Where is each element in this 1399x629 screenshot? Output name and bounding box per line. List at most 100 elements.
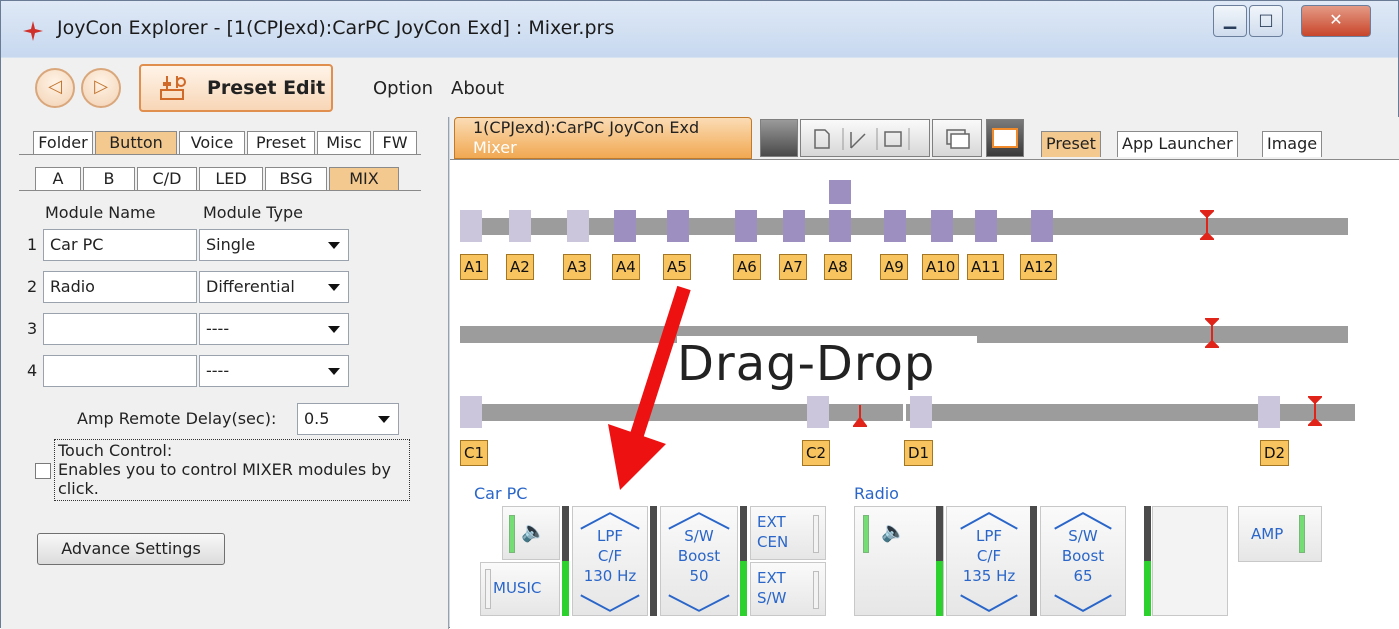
tab-preset[interactable]: Preset [247,131,315,155]
cf-value: 135 Hz [962,567,1016,585]
channel-slot[interactable] [509,210,531,242]
channel-label[interactable]: A4 [612,254,640,280]
minimize-button[interactable]: ▁ [1213,5,1247,37]
ext-sw-button[interactable]: EXT S/W [750,562,826,616]
channel-label[interactable]: A7 [779,254,807,280]
forward-button[interactable]: ▷ [81,68,121,108]
status-led [813,571,819,609]
level-marker-icon[interactable] [1200,210,1214,240]
tab-misc[interactable]: Misc [317,131,371,155]
mixer-canvas[interactable]: A1 A2 A3 A4 A5 A6 A7 A8 A9 A10 A11 A12 C… [450,159,1399,629]
channel-slot[interactable] [460,396,482,428]
channel-label[interactable]: A3 [563,254,591,280]
channel-label[interactable]: A6 [733,254,761,280]
channel-slot[interactable] [783,210,805,242]
channel-label[interactable]: A12 [1020,254,1058,280]
mixer-document-tab[interactable]: 1(CPJexd):CarPC JoyCon Exd Mixer [454,117,752,159]
drag-arrow-icon [608,285,691,490]
left-settings-pane: Folder Button Voice Preset Misc FW A B C… [1,117,449,629]
tab-fw[interactable]: FW [373,131,417,155]
subtab-mix[interactable]: MIX [329,167,399,191]
tab-image[interactable]: Image [1262,131,1323,157]
radio-sw-boost-control[interactable]: S/W Boost 65 [1040,506,1126,616]
module-type-select[interactable]: ---- [199,355,349,387]
channel-slot[interactable] [614,210,636,242]
channel-slot[interactable] [567,210,589,242]
module-row-number: 4 [27,361,38,380]
arrow-left-icon: ◁ [48,76,62,97]
back-button[interactable]: ◁ [35,68,75,108]
channel-slot[interactable] [884,210,906,242]
channel-label[interactable]: C2 [802,440,831,466]
channel-label[interactable]: D2 [1260,440,1290,466]
amp-remote-delay-select[interactable]: 0.5 [297,403,399,435]
channel-label[interactable]: A2 [506,254,534,280]
level-marker-icon[interactable] [1205,318,1219,348]
tab-app-launcher[interactable]: App Launcher [1117,131,1238,157]
radio-level-meter [936,506,943,616]
menu-about[interactable]: About [451,78,504,99]
level-marker-icon[interactable] [853,404,867,434]
tab-preset-right[interactable]: Preset [1041,131,1101,157]
subtab-cd[interactable]: C/D [137,167,197,191]
module-type-select[interactable]: Differential [199,271,349,303]
channel-slot[interactable] [460,210,482,242]
channel-slot[interactable] [829,210,851,242]
channel-label[interactable]: C1 [460,440,489,466]
channel-label[interactable]: D1 [904,440,934,466]
channel-label[interactable]: A9 [880,254,908,280]
channel-label[interactable]: A1 [460,254,488,280]
advance-settings-button[interactable]: Advance Settings [37,533,225,565]
touch-control-checkbox[interactable] [35,463,51,479]
amp-label: AMP [1251,525,1284,543]
chevron-down-icon [1054,594,1112,612]
subtab-led[interactable]: LED [199,167,263,191]
layout-overlap-button[interactable] [932,119,982,157]
module-name-field[interactable]: Car PC [43,229,197,261]
column-header-module-name: Module Name [45,203,156,222]
channel-label[interactable]: A11 [967,254,1005,280]
channel-slot[interactable] [975,210,997,242]
subtab-bsg[interactable]: BSG [265,167,327,191]
car-pc-volume-button[interactable]: 🔈 [502,506,560,560]
car-pc-lpf-control[interactable]: LPF C/F 130 Hz [572,506,648,616]
channel-label[interactable]: A5 [663,254,691,280]
module-name-field[interactable] [43,355,197,387]
music-label: MUSIC [493,579,542,597]
preset-edit-button[interactable]: Preset Edit [139,64,333,112]
layout-full-button[interactable] [760,119,798,157]
touch-control-label[interactable]: Touch Control: Enables you to control MI… [54,439,410,501]
maximize-button[interactable]: □ [1249,5,1283,37]
layout-fit-button[interactable] [986,119,1024,157]
tab-voice[interactable]: Voice [179,131,245,155]
car-pc-music-button[interactable]: MUSIC [480,562,560,616]
channel-slot[interactable] [931,210,953,242]
app-window: JoyCon Explorer - [1(CPJexd):CarPC JoyCo… [0,0,1399,629]
channel-slot[interactable] [910,396,932,428]
module-type-select[interactable]: Single [199,229,349,261]
title-bar: JoyCon Explorer - [1(CPJexd):CarPC JoyCo… [1,1,1398,57]
channel-slot[interactable] [1258,396,1280,428]
module-type-select[interactable]: ---- [199,313,349,345]
radio-lpf-control[interactable]: LPF C/F 135 Hz [946,506,1032,616]
channel-slot-raised[interactable] [829,180,851,204]
channel-slot[interactable] [735,210,757,242]
channel-label[interactable]: A10 [922,254,960,280]
subtab-b[interactable]: B [83,167,135,191]
tab-button[interactable]: Button [95,131,177,155]
module-name-field[interactable] [43,313,197,345]
menu-option[interactable]: Option [373,78,433,99]
channel-label[interactable]: A8 [824,254,852,280]
ext-cen-button[interactable]: EXT CEN [750,506,826,560]
channel-slot[interactable] [667,210,689,242]
amp-button[interactable]: AMP [1238,506,1322,562]
channel-slot[interactable] [1031,210,1053,242]
radio-volume-button[interactable]: 🔈 [854,506,944,616]
level-marker-icon[interactable] [1308,396,1322,426]
close-button[interactable]: ✕ [1301,5,1371,37]
module-name-field[interactable]: Radio [43,271,197,303]
channel-slot[interactable] [807,396,829,428]
subtab-a[interactable]: A [35,167,81,191]
car-pc-sw-boost-control[interactable]: S/W Boost 50 [660,506,738,616]
tab-folder[interactable]: Folder [33,131,93,155]
